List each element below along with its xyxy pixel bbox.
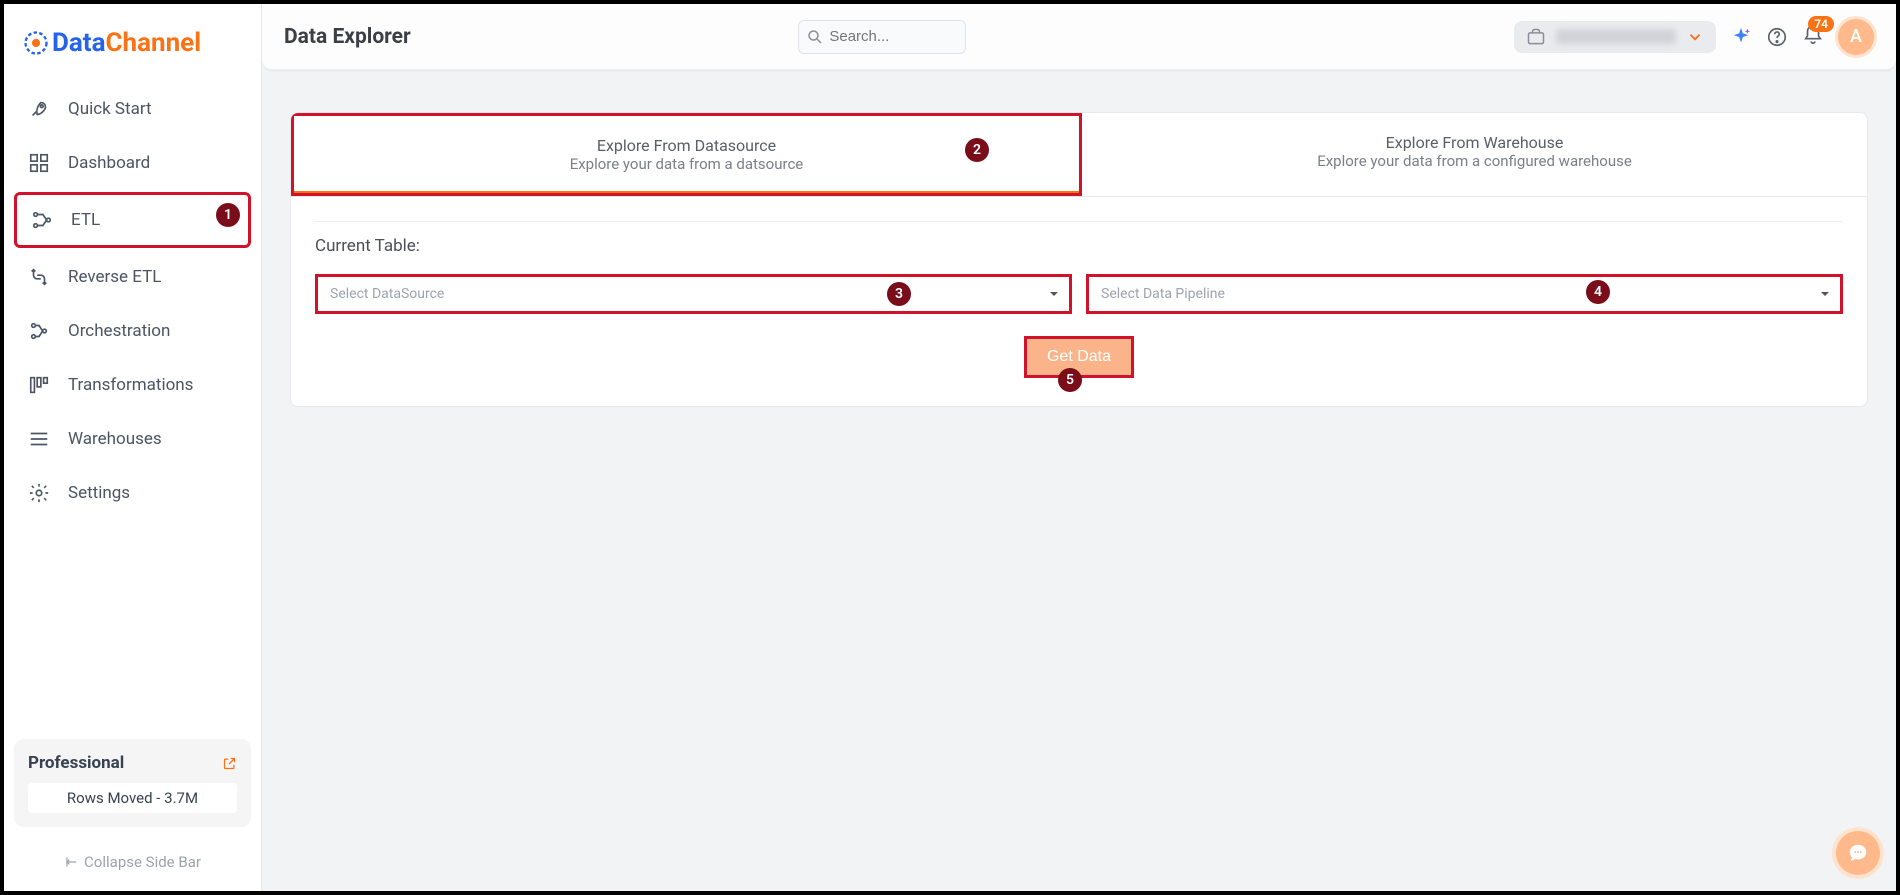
sidebar-item-dashboard[interactable]: Dashboard <box>14 138 251 188</box>
ai-sparkle-icon[interactable] <box>1730 26 1752 48</box>
transformations-icon <box>28 374 50 396</box>
chat-fab[interactable] <box>1836 831 1880 875</box>
tab-title: Explore From Datasource <box>304 136 1069 155</box>
plan-card: Professional Rows Moved - 3.7M <box>14 739 251 827</box>
callout-4: 4 <box>1586 280 1610 304</box>
chevron-down-icon <box>1686 28 1704 46</box>
sidebar-item-settings[interactable]: Settings <box>14 468 251 518</box>
logo-text-channel: Channel <box>106 28 202 58</box>
notifications[interactable]: 74 <box>1802 24 1824 50</box>
tab-title: Explore From Warehouse <box>1092 133 1857 152</box>
grid-icon <box>28 152 50 174</box>
chat-icon <box>1847 842 1869 864</box>
content: Explore From Datasource Explore your dat… <box>262 70 1896 407</box>
collapse-label: Collapse Side Bar <box>84 853 201 871</box>
notification-badge: 74 <box>1808 16 1834 32</box>
get-data-button[interactable]: Get Data <box>1024 336 1134 378</box>
rows-moved: Rows Moved - 3.7M <box>28 783 237 813</box>
org-name-blurred <box>1556 29 1676 44</box>
sidebar-item-label: Orchestration <box>68 321 170 341</box>
rocket-icon <box>28 98 50 120</box>
reverse-etl-icon <box>28 266 50 288</box>
nav: Quick Start Dashboard ETL 1 Reverse ETL … <box>14 84 251 739</box>
page-title: Data Explorer <box>284 25 411 49</box>
logo-icon <box>22 29 50 57</box>
org-dropdown[interactable] <box>1514 21 1716 53</box>
search-box <box>798 20 966 54</box>
chevron-down-icon <box>1820 289 1830 299</box>
plan-name: Professional <box>28 753 124 773</box>
current-table-label: Current Table: <box>315 221 1843 256</box>
tab-subtitle: Explore your data from a configured ware… <box>1092 152 1857 170</box>
warehouse-icon <box>28 428 50 450</box>
header: Data Explorer 74 A <box>262 4 1896 70</box>
sidebar-item-label: Settings <box>68 483 130 503</box>
tabs: Explore From Datasource Explore your dat… <box>291 113 1867 197</box>
sidebar: DataChannel Quick Start Dashboard ETL 1 … <box>4 4 262 891</box>
sidebar-item-quick-start[interactable]: Quick Start <box>14 84 251 134</box>
sidebar-item-orchestration[interactable]: Orchestration <box>14 306 251 356</box>
select-pipeline[interactable]: Select Data Pipeline 4 <box>1086 274 1843 314</box>
tab-datasource[interactable]: Explore From Datasource Explore your dat… <box>291 113 1082 196</box>
logo: DataChannel <box>14 18 251 78</box>
sidebar-item-label: Dashboard <box>68 153 150 173</box>
main: Data Explorer 74 A <box>262 4 1896 891</box>
tab-warehouse[interactable]: Explore From Warehouse Explore your data… <box>1082 113 1867 196</box>
sidebar-item-label: Transformations <box>68 375 193 395</box>
briefcase-icon <box>1526 27 1546 47</box>
select-placeholder: Select DataSource <box>330 286 444 302</box>
sidebar-item-etl[interactable]: ETL 1 <box>14 192 251 248</box>
sidebar-item-label: Warehouses <box>68 429 162 449</box>
select-placeholder: Select Data Pipeline <box>1101 286 1225 302</box>
sidebar-item-transformations[interactable]: Transformations <box>14 360 251 410</box>
collapse-sidebar[interactable]: Collapse Side Bar <box>14 847 251 877</box>
avatar[interactable]: A <box>1838 19 1874 55</box>
orchestration-icon <box>28 320 50 342</box>
sidebar-item-label: ETL <box>71 210 100 230</box>
tab-subtitle: Explore your data from a datsource <box>304 155 1069 173</box>
collapse-icon <box>64 855 78 869</box>
select-datasource[interactable]: Select DataSource 3 <box>315 274 1072 314</box>
sidebar-item-reverse-etl[interactable]: Reverse ETL <box>14 252 251 302</box>
explorer-panel: Explore From Datasource Explore your dat… <box>290 112 1868 407</box>
sidebar-item-label: Quick Start <box>68 99 152 119</box>
search-icon <box>806 28 824 46</box>
sidebar-item-warehouses[interactable]: Warehouses <box>14 414 251 464</box>
etl-icon <box>31 209 53 231</box>
chevron-down-icon <box>1049 289 1059 299</box>
sidebar-item-label: Reverse ETL <box>68 267 161 287</box>
callout-3: 3 <box>887 282 911 306</box>
logo-text-data: Data <box>52 28 106 58</box>
gear-icon <box>28 482 50 504</box>
callout-1: 1 <box>216 203 240 227</box>
external-link-icon[interactable] <box>222 756 237 771</box>
help-icon[interactable] <box>1766 26 1788 48</box>
